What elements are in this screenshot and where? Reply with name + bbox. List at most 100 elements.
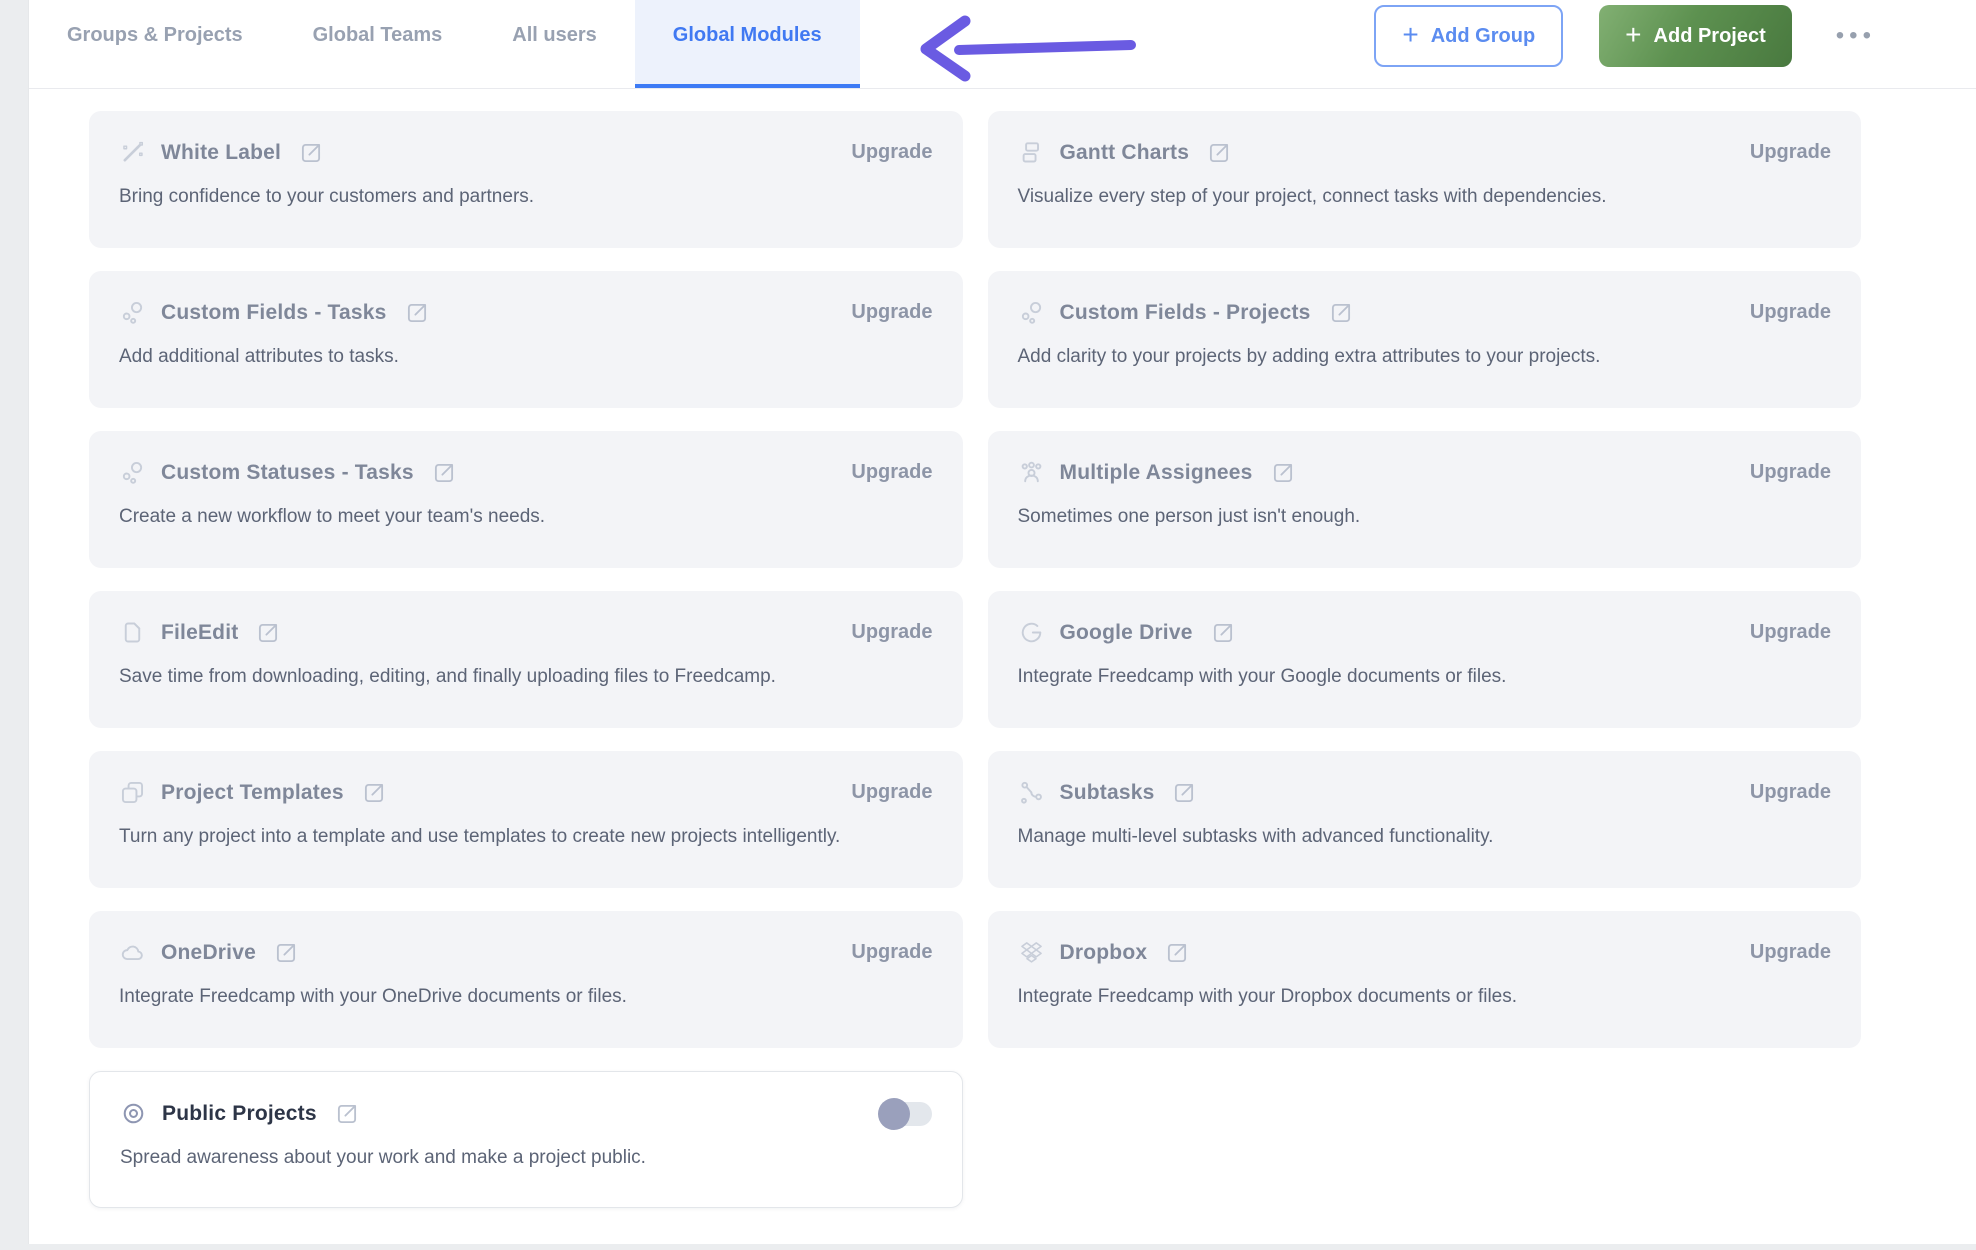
dots-cluster-icon: [119, 459, 146, 486]
upgrade-label[interactable]: Upgrade: [851, 781, 932, 804]
upgrade-label[interactable]: Upgrade: [851, 941, 932, 964]
annotation-arrow-icon: [901, 12, 1141, 84]
module-card-multiple-assignees: Multiple AssigneesUpgradeSometimes one p…: [988, 431, 1862, 568]
module-description: Spread awareness about your work and mak…: [120, 1141, 932, 1175]
module-title: Google Drive: [1060, 621, 1193, 645]
module-title: Subtasks: [1060, 781, 1155, 805]
module-description: Create a new workflow to meet your team'…: [119, 500, 933, 534]
upgrade-label[interactable]: Upgrade: [851, 301, 932, 324]
module-card-header: FileEdit Upgrade: [119, 619, 933, 646]
module-title: Dropbox: [1060, 941, 1148, 965]
plus-icon: +: [1402, 21, 1418, 49]
branch-icon: [1018, 779, 1045, 806]
upgrade-label[interactable]: Upgrade: [851, 141, 932, 164]
add-group-button[interactable]: + Add Group: [1374, 5, 1563, 67]
upgrade-label[interactable]: Upgrade: [1750, 941, 1831, 964]
module-title: Project Templates: [161, 781, 344, 805]
external-link-icon[interactable]: [255, 620, 281, 646]
add-project-label: Add Project: [1654, 25, 1766, 48]
dots-cluster-icon: [1018, 299, 1045, 326]
external-link-icon[interactable]: [1210, 620, 1236, 646]
module-description: Turn any project into a template and use…: [119, 820, 933, 854]
external-link-icon[interactable]: [273, 940, 299, 966]
module-description: Bring confidence to your customers and p…: [119, 180, 933, 214]
magic-wand-icon: [119, 139, 146, 166]
module-card-gantt-charts: Gantt ChartsUpgrade Visualize every step …: [988, 111, 1862, 248]
external-link-icon[interactable]: [1328, 300, 1354, 326]
settings-panel: Groups & Projects Global Teams All users…: [28, 0, 1976, 1244]
upgrade-label[interactable]: Upgrade: [1750, 461, 1831, 484]
dots-cluster-icon: [119, 299, 146, 326]
google-g-icon: [1018, 619, 1045, 646]
external-link-icon[interactable]: [298, 140, 324, 166]
module-title: White Label: [161, 141, 281, 165]
module-card-public-projects: Public Projects Spread awareness about yo…: [89, 1071, 963, 1208]
module-card-header: White Label Upgrade: [119, 139, 933, 166]
module-title: FileEdit: [161, 621, 238, 645]
module-card-header: Project Templates Upgrade: [119, 779, 933, 806]
external-link-icon[interactable]: [431, 460, 457, 486]
module-title: Multiple Assignees: [1060, 461, 1253, 485]
public-projects-toggle[interactable]: [880, 1102, 932, 1126]
tab-bar: Groups & Projects Global Teams All users…: [29, 0, 1976, 89]
module-card-header: Dropbox Upgrade: [1018, 939, 1832, 966]
tab-global-modules[interactable]: Global Modules: [635, 0, 860, 88]
module-title: Custom Fields - Tasks: [161, 301, 387, 325]
external-link-icon[interactable]: [404, 300, 430, 326]
external-link-icon[interactable]: [1171, 780, 1197, 806]
toggle-knob[interactable]: [878, 1098, 910, 1130]
plus-icon: +: [1625, 21, 1641, 49]
module-card-subtasks: Subtasks Upgrade Manage multi-level subtas…: [988, 751, 1862, 888]
upgrade-label[interactable]: Upgrade: [1750, 301, 1831, 324]
module-card-custom-fields-projects: Custom Fields - Projects Upgrade Add clari…: [988, 271, 1862, 408]
module-description: Manage multi-level subtasks with advance…: [1018, 820, 1832, 854]
target-circle-icon: [120, 1100, 147, 1127]
module-title: Custom Fields - Projects: [1060, 301, 1311, 325]
more-options-button[interactable]: •••: [1836, 22, 1876, 50]
external-link-icon[interactable]: [1164, 940, 1190, 966]
cloud-icon: [119, 939, 146, 966]
module-card-dropbox: Dropbox Upgrade Integrate Freedcamp with y…: [988, 911, 1862, 1048]
external-link-icon[interactable]: [1270, 460, 1296, 486]
external-link-icon[interactable]: [1206, 140, 1232, 166]
module-description: Visualize every step of your project, co…: [1018, 180, 1832, 214]
module-description: Add clarity to your projects by adding e…: [1018, 340, 1832, 374]
tabs: Groups & Projects Global Teams All users…: [67, 0, 860, 88]
modules-grid: White Label Upgrade Bring confidence to yo…: [89, 111, 1861, 1208]
external-link-icon[interactable]: [361, 780, 387, 806]
gantt-bars-icon: [1018, 139, 1045, 166]
upgrade-label[interactable]: Upgrade: [851, 621, 932, 644]
module-card-header: Multiple Assignees Upgrade: [1018, 459, 1832, 486]
tab-all-users[interactable]: All users: [512, 0, 596, 88]
upgrade-label[interactable]: Upgrade: [1750, 621, 1831, 644]
stacked-squares-icon: [119, 779, 146, 806]
module-card-custom-fields-tasks: Custom Fields - Tasks Upgrade Add addition…: [89, 271, 963, 408]
module-card-custom-statuses-tasks: Custom Statuses - Tasks Upgrade Create a n…: [89, 431, 963, 568]
upgrade-label[interactable]: Upgrade: [1750, 141, 1831, 164]
module-card-header: Gantt ChartsUpgrade: [1018, 139, 1832, 166]
module-description: Integrate Freedcamp with your Google doc…: [1018, 660, 1832, 694]
module-description: Save time from downloading, editing, and…: [119, 660, 933, 694]
external-link-icon[interactable]: [334, 1101, 360, 1127]
add-project-button[interactable]: + Add Project: [1599, 5, 1792, 67]
module-card-header: Custom Fields - Tasks Upgrade: [119, 299, 933, 326]
tab-groups-and-projects[interactable]: Groups & Projects: [67, 0, 243, 88]
module-title: Custom Statuses - Tasks: [161, 461, 414, 485]
upgrade-label[interactable]: Upgrade: [851, 461, 932, 484]
module-card-google-drive: Google Drive Upgrade Integrate Freedcamp w…: [988, 591, 1862, 728]
module-card-white-label: White Label Upgrade Bring confidence to yo…: [89, 111, 963, 248]
tab-global-teams[interactable]: Global Teams: [313, 0, 443, 88]
module-description: Integrate Freedcamp with your Dropbox do…: [1018, 980, 1832, 1014]
upgrade-label[interactable]: Upgrade: [1750, 781, 1831, 804]
toolbar-actions: + Add Group + Add Project •••: [1374, 5, 1876, 67]
module-card-header: Subtasks Upgrade: [1018, 779, 1832, 806]
module-description: Integrate Freedcamp with your OneDrive d…: [119, 980, 933, 1014]
add-group-label: Add Group: [1431, 25, 1535, 48]
module-card-project-templates: Project Templates Upgrade Turn any project…: [89, 751, 963, 888]
module-title: Public Projects: [162, 1102, 317, 1126]
people-group-icon: [1018, 459, 1045, 486]
module-description: Add additional attributes to tasks.: [119, 340, 933, 374]
module-title: OneDrive: [161, 941, 256, 965]
module-card-header: OneDrive Upgrade: [119, 939, 933, 966]
module-card-fileedit: FileEdit Upgrade Save time from downloadin…: [89, 591, 963, 728]
